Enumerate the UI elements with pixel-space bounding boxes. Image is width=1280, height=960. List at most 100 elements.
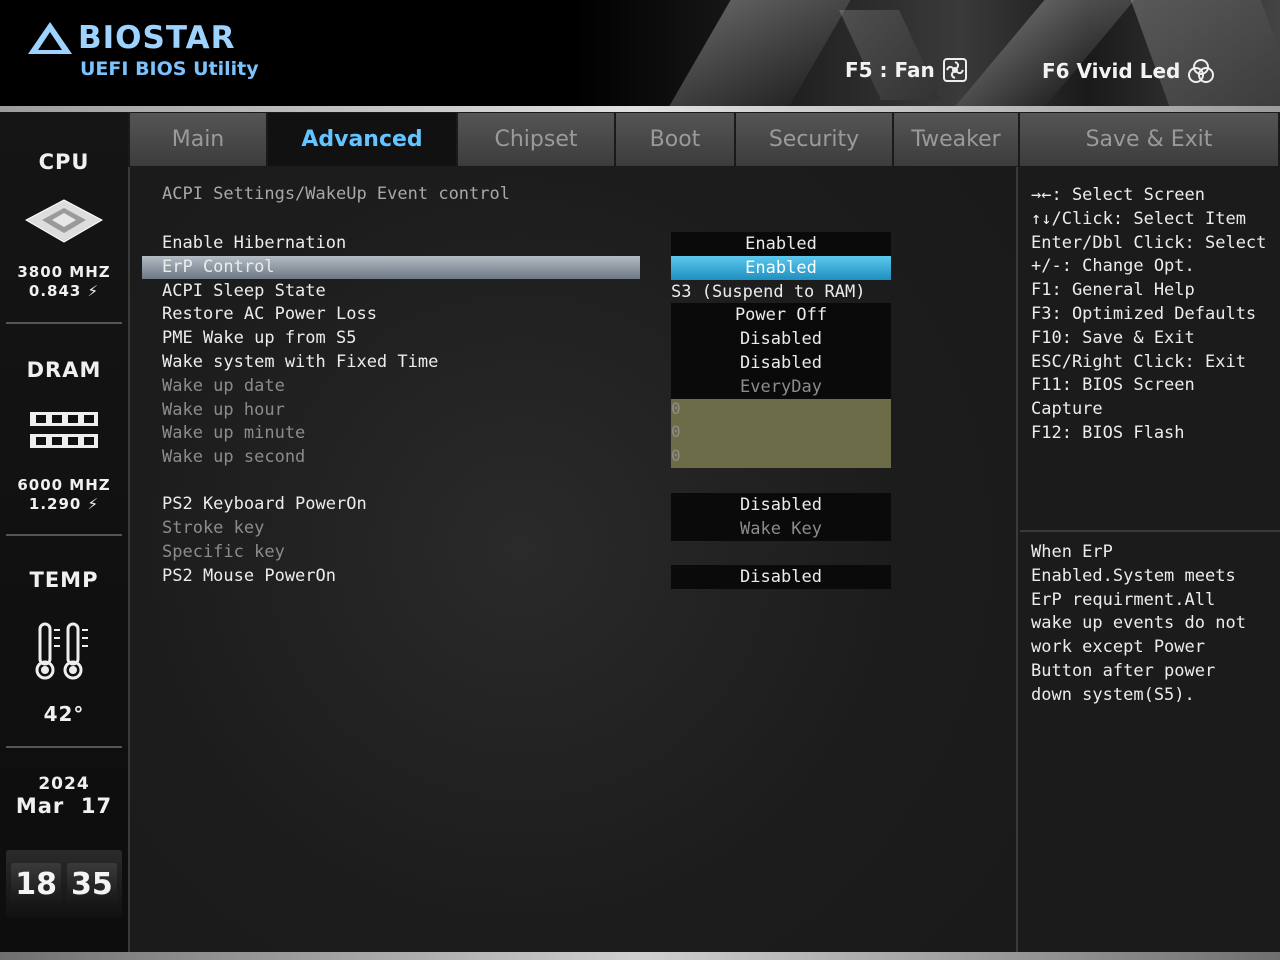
setting-value[interactable]: Enabled [671,256,891,280]
sidebar-divider [6,322,122,324]
setting-label: PS2 Mouse PowerOn [162,566,336,586]
clock-hour: 18 [11,862,61,906]
brand-name: BIOSTAR [78,20,236,56]
panel-divider [128,167,130,952]
description-line: Enabled.System meets [1031,565,1236,586]
tab-advanced[interactable]: Advanced [268,113,458,166]
setting-value[interactable]: Disabled [671,351,891,375]
key-help-list: →←: Select Screen ↑↓/Click: Select Item … [1031,184,1266,446]
fan-hotkey-label: F5 : Fan [845,58,935,82]
vivid-led-hotkey[interactable]: F6 Vivid Led [1042,58,1215,84]
cpu-speed: 3800 MHZ [17,263,111,281]
system-monitor-sidebar: CPU 3800 MHZ 0.843 ⚡ DRAM 6000 MHZ 1.290… [0,112,128,952]
setting-value[interactable]: Disabled [671,493,891,517]
key-help-item: F3: Optimized Defaults [1031,303,1257,324]
setting-row-specific-key: Specific key [130,541,1016,565]
header-divider [0,106,1280,112]
setting-row-wake-up-second: Wake up second 0 [130,446,1016,470]
key-help-item: Capture [1031,399,1103,420]
tab-save-exit[interactable]: Save & Exit [1020,113,1280,166]
temp-value: 42° [43,702,85,726]
dram-voltage: 1.290 ⚡ [28,495,100,513]
setting-row-stroke-key: Stroke key Wake Key [130,517,1016,541]
setting-value: 0 [671,446,681,465]
footer-bar [0,952,1280,960]
setting-label: PME Wake up from S5 [162,328,357,348]
setting-description: When ErP Enabled.System meets ErP requir… [1031,541,1246,708]
sidebar-divider [6,534,122,536]
fan-icon [942,58,967,82]
tab-boot[interactable]: Boot [616,113,736,166]
setting-row-pme-wake-s5[interactable]: PME Wake up from S5 Disabled [130,327,1016,351]
date-month-day: Mar 17 [15,794,113,818]
key-help-item: F10: Save & Exit [1031,327,1195,348]
setting-label: ACPI Sleep State [162,281,326,301]
setting-value[interactable]: Enabled [671,232,891,256]
setting-value[interactable]: Power Off [671,303,891,327]
setting-label: ErP Control [162,257,275,277]
header-banner: BIOSTAR UEFI BIOS Utility F5 : Fan F6 Vi… [0,0,1280,106]
setting-label: Wake system with Fixed Time [162,352,439,372]
setting-label: Wake up date [162,376,285,396]
description-line: work except Power [1031,637,1205,658]
sidebar-divider [6,746,122,748]
key-help-item: F1: General Help [1031,280,1195,301]
thermometer-icon [35,622,88,680]
setting-row-enable-hibernation[interactable]: Enable Hibernation Enabled [130,232,1016,256]
clock-minute: 35 [67,862,117,906]
setting-row-wake-up-date: Wake up date EveryDay [130,375,1016,399]
setting-value: EveryDay [671,375,891,399]
tab-tweaker[interactable]: Tweaker [894,113,1020,166]
setting-row-ps2-mouse-poweron[interactable]: PS2 Mouse PowerOn Disabled [130,565,1016,589]
setting-label: Restore AC Power Loss [162,304,377,324]
description-line: down system(S5). [1031,684,1195,705]
main-tab-bar: Main Advanced Chipset Boot Security Twea… [130,113,1280,167]
key-help-item: F12: BIOS Flash [1031,422,1185,443]
setting-label: Wake up minute [162,423,306,443]
setting-row-wake-fixed-time[interactable]: Wake system with Fixed Time Disabled [130,351,1016,375]
cpu-voltage: 0.843 ⚡ [28,282,100,300]
setting-row-acpi-sleep-state[interactable]: ACPI Sleep State S3 (Suspend to RAM) [130,280,1016,304]
setting-value: 0 [671,422,681,441]
cpu-chip-icon [24,199,104,243]
key-help-item: ESC/Right Click: Exit [1031,351,1246,372]
date-year: 2024 [38,774,90,794]
tab-main[interactable]: Main [130,113,268,166]
key-help-item: Enter/Dbl Click: Select [1031,232,1267,253]
description-line: ErP requirment.All [1031,589,1216,610]
setting-value[interactable]: Disabled [671,565,891,589]
brand-subtitle: UEFI BIOS Utility [80,58,259,80]
dram-speed: 6000 MHZ [17,476,111,494]
biostar-logo-icon [28,22,72,54]
setting-label: Wake up hour [162,400,285,420]
description-line: wake up events do not [1031,613,1246,634]
help-divider [1020,530,1280,532]
dram-title: DRAM [26,358,102,382]
dram-module-icon [30,412,98,448]
setting-label: Specific key [162,542,285,562]
setting-row-erp-control[interactable]: ErP Control Enabled [130,256,1016,280]
key-help-item: →←: Select Screen [1031,185,1205,205]
tab-security[interactable]: Security [736,113,894,166]
setting-label: Enable Hibernation [162,233,347,253]
setting-label: PS2 Keyboard PowerOn [162,494,367,514]
description-line: Button after power [1031,660,1216,681]
setting-value[interactable]: Disabled [671,327,891,351]
setting-value[interactable]: S3 (Suspend to RAM) [671,280,891,304]
clock-display: 18 35 [6,850,122,918]
setting-value: Wake Key [671,517,891,541]
tab-chipset[interactable]: Chipset [458,113,616,166]
breadcrumb: ACPI Settings/WakeUp Event control [162,184,510,204]
key-help-item: F11: BIOS Screen [1031,375,1195,396]
fan-hotkey[interactable]: F5 : Fan [845,58,967,82]
setting-row-restore-ac-power-loss[interactable]: Restore AC Power Loss Power Off [130,303,1016,327]
description-line: When ErP [1031,542,1113,562]
setting-label: Stroke key [162,518,265,538]
setting-row-wake-up-hour: Wake up hour 0 [130,399,1016,423]
setting-row-ps2-keyboard-poweron[interactable]: PS2 Keyboard PowerOn Disabled [130,493,1016,517]
setting-value: 0 [671,399,681,418]
brand-logo: BIOSTAR UEFI BIOS Utility [26,20,259,80]
led-icon [1188,59,1215,83]
temp-title: TEMP [29,568,99,592]
key-help-item: +/-: Change Opt. [1031,256,1195,277]
